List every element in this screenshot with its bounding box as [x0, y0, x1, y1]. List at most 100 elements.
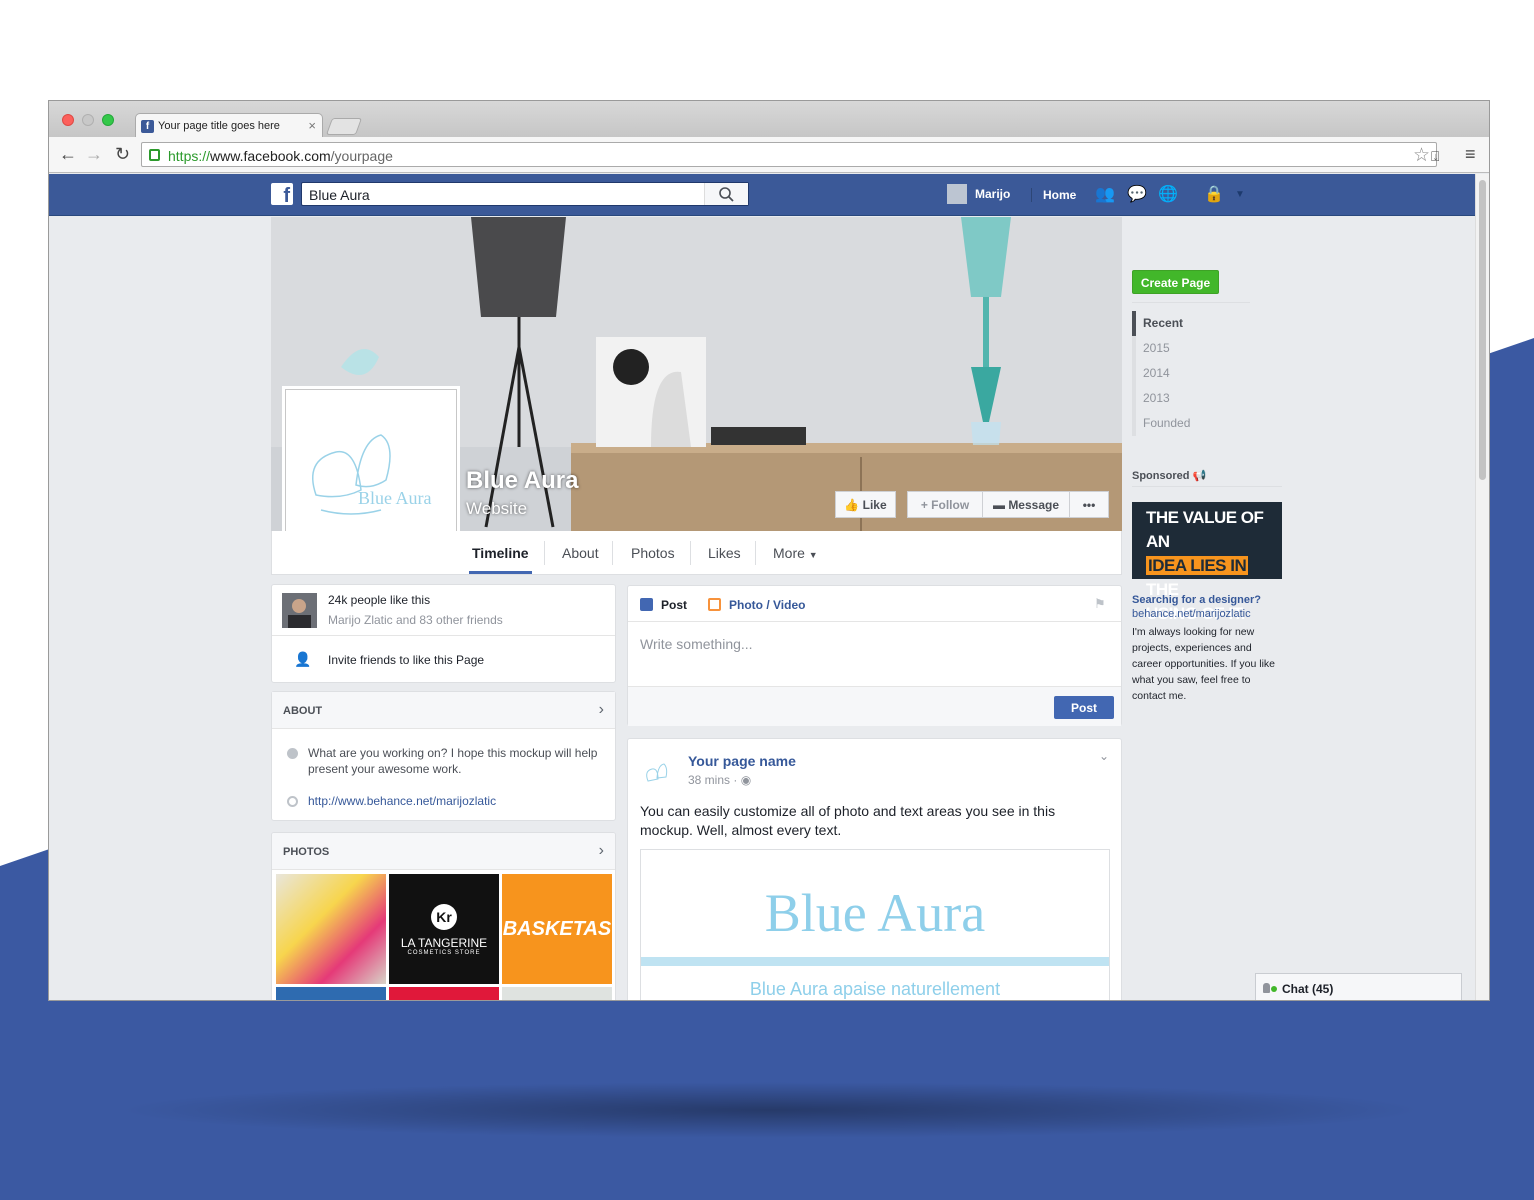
browser-window: f Your page title goes here × ← → ↻ http… [48, 100, 1490, 1001]
tab-photos[interactable]: Photos [631, 545, 675, 561]
invite-friends-link[interactable]: Invite friends to like this Page [328, 653, 484, 667]
post-button[interactable]: Post [1054, 696, 1114, 719]
year-indicator [1132, 386, 1136, 411]
tab-about[interactable]: About [562, 545, 599, 561]
chevron-down-icon: ▼ [808, 550, 818, 560]
forward-arrow-icon[interactable]: → [85, 145, 103, 163]
scrollbar-thumb[interactable] [1479, 180, 1486, 480]
ad-highlight: IDEA LIES IN [1146, 556, 1249, 575]
composer-tab-photo[interactable]: Photo / Video [729, 598, 805, 612]
photo-thumbnail[interactable]: Kr LA TANGERINE COSMETICS STORE [389, 874, 499, 984]
likes-count[interactable]: 24k people like this [328, 593, 430, 607]
maximize-window-button[interactable] [102, 114, 114, 126]
nav-profile-link[interactable]: Marijo [947, 184, 1010, 204]
post-author-name[interactable]: Your page name [688, 753, 796, 769]
person-icon [1263, 983, 1270, 993]
public-globe-icon: ◉ [740, 773, 752, 787]
composer-tab-post[interactable]: Post [661, 598, 687, 612]
follow-button[interactable]: + Follow [907, 491, 983, 518]
friend-requests-icon[interactable]: 👥 [1095, 186, 1115, 204]
year-founded[interactable]: Founded [1143, 416, 1190, 430]
year-recent[interactable]: Recent [1143, 316, 1183, 330]
nav-user-name: Marijo [975, 187, 1011, 201]
close-window-button[interactable] [62, 114, 74, 126]
follow-label: Follow [931, 498, 970, 512]
new-tab-button[interactable] [325, 118, 363, 135]
website-link[interactable]: http://www.behance.net/marijozlatic [308, 794, 496, 808]
facebook-header: f Blue Aura Marijo Home 👥 💬 🌐 🔒 ▼ [49, 174, 1475, 216]
year-2014[interactable]: 2014 [1143, 366, 1170, 380]
divider [1132, 486, 1282, 487]
like-button[interactable]: 👍 Like [835, 491, 896, 518]
chat-bar[interactable]: Chat (45) [1255, 973, 1462, 1000]
download-icon[interactable]: ⍗ [1431, 147, 1439, 165]
tab-divider [612, 541, 613, 565]
photo-thumbnail[interactable] [276, 987, 386, 1000]
browser-titlebar: f Your page title goes here × [49, 101, 1489, 138]
composer-tabs: Post Photo / Video ⚑ [628, 586, 1121, 622]
tab-timeline[interactable]: Timeline [469, 545, 532, 574]
info-icon [287, 748, 298, 759]
message-bubble-icon: ▬ [992, 498, 1005, 512]
post-timestamp[interactable]: 38 mins · ◉ [688, 773, 751, 787]
post-image[interactable]: Blue Aura Blue Aura apaise naturellement [640, 849, 1110, 1000]
ad-image[interactable]: THE VALUE OF AN IDEA LIES IN THE USING O… [1132, 502, 1282, 623]
composer-footer: Post [628, 686, 1121, 726]
year-2013[interactable]: 2013 [1143, 391, 1170, 405]
photo-thumbnail[interactable]: BASKETAS [502, 874, 612, 984]
message-button[interactable]: ▬ Message [982, 491, 1070, 518]
sponsored-heading: Sponsored 📢 [1132, 469, 1206, 482]
messages-icon[interactable]: 💬 [1127, 186, 1147, 204]
ad-title[interactable]: Searchig for a designer? [1132, 594, 1261, 606]
create-page-button[interactable]: Create Page [1132, 270, 1219, 294]
nav-home-link[interactable]: Home [1031, 188, 1076, 202]
address-bar[interactable]: https://www.facebook.com/yourpage ☆ [141, 142, 1437, 167]
year-indicator [1132, 411, 1136, 436]
tab-divider [544, 541, 545, 565]
page-name: Blue Aura [466, 467, 579, 494]
tab-divider [690, 541, 691, 565]
year-2015[interactable]: 2015 [1143, 341, 1170, 355]
photo-caption: LA TANGERINE [400, 936, 488, 950]
search-input[interactable]: Blue Aura [301, 182, 749, 206]
browser-tab[interactable]: f Your page title goes here × [135, 113, 323, 138]
menu-icon[interactable]: ≡ [1465, 145, 1476, 163]
post-text: You can easily customize all of photo an… [640, 803, 1056, 838]
photo-caption: BASKETAS [502, 918, 612, 940]
ad-link[interactable]: behance.net/marijozlatic [1132, 608, 1251, 620]
add-friend-icon: 👤 [294, 651, 312, 667]
reload-icon[interactable]: ↻ [115, 145, 130, 163]
tab-likes[interactable]: Likes [708, 545, 741, 561]
tab-more[interactable]: More ▼ [773, 545, 818, 561]
message-label: Message [1008, 498, 1060, 512]
bookmark-star-icon[interactable]: ☆ [1413, 144, 1430, 167]
composer-input[interactable]: Write something... [640, 636, 753, 652]
url-host: www.facebook.com [210, 148, 331, 164]
notifications-globe-icon[interactable]: 🌐 [1158, 186, 1178, 204]
account-menu-chevron-down-icon[interactable]: ▼ [1230, 186, 1250, 204]
more-options-button[interactable]: ••• [1069, 491, 1109, 518]
photo-thumbnail[interactable] [502, 987, 612, 1000]
flag-icon[interactable]: ⚑ [1094, 596, 1106, 612]
about-header[interactable]: ABOUT › [272, 692, 615, 729]
pencil-icon [640, 598, 653, 611]
photo-icon [708, 598, 721, 611]
profile-logo-text: Blue Aura [358, 488, 432, 508]
page-scrollbar[interactable] [1475, 174, 1489, 1000]
photo-thumbnail[interactable] [389, 987, 499, 1000]
facebook-logo-icon[interactable]: f [271, 183, 293, 207]
search-button[interactable] [704, 183, 748, 205]
photos-header[interactable]: PHOTOS › [272, 833, 615, 870]
privacy-lock-icon[interactable]: 🔒 [1204, 186, 1224, 204]
friends-who-like[interactable]: Marijo Zlatic and 83 other friends [328, 613, 503, 627]
post-author-avatar[interactable] [640, 751, 680, 791]
lock-icon [149, 149, 160, 161]
about-heading: ABOUT [283, 705, 323, 717]
minimize-window-button[interactable] [82, 114, 94, 126]
post-options-chevron-down-icon[interactable]: ⌄ [1099, 749, 1109, 763]
year-indicator [1132, 361, 1136, 386]
search-value: Blue Aura [309, 187, 370, 203]
close-tab-icon[interactable]: × [308, 118, 316, 133]
back-arrow-icon[interactable]: ← [59, 145, 77, 163]
photo-thumbnail[interactable] [276, 874, 386, 984]
